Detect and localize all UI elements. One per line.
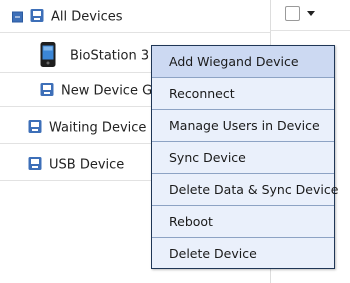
menu-item-reconnect[interactable]: Reconnect [152, 78, 334, 110]
device-list-header [270, 0, 350, 31]
tree-item-label: Waiting Device [49, 120, 147, 135]
menu-item-delete-data-sync-device[interactable]: Delete Data & Sync Device [152, 174, 338, 206]
menu-item-sync-device[interactable]: Sync Device [152, 142, 334, 174]
tree-item-label: New Device Gr [61, 83, 158, 98]
biostation-device-icon [40, 41, 56, 70]
tree-item-label: All Devices [51, 9, 123, 25]
device-group-icon [28, 156, 42, 173]
menu-item-reboot[interactable]: Reboot [152, 206, 334, 238]
menu-item-add-wiegand-device[interactable]: Add Wiegand Device [152, 46, 334, 78]
tree-item-label: BioStation 3 5 [70, 48, 162, 63]
collapse-icon[interactable] [12, 11, 23, 23]
tree-item-label: USB Device [49, 157, 125, 172]
device-group-icon [40, 82, 54, 99]
context-menu: Add Wiegand Device Reconnect Manage User… [151, 45, 338, 270]
tree-item-all-devices[interactable]: All Devices [0, 2, 270, 33]
menu-item-delete-device[interactable]: Delete Device [152, 238, 334, 270]
menu-item-manage-users-in-device[interactable]: Manage Users in Device [152, 110, 334, 142]
chevron-down-icon[interactable] [307, 11, 315, 16]
select-all-checkbox[interactable] [285, 6, 300, 21]
device-group-icon [30, 9, 44, 26]
device-group-icon [28, 119, 42, 136]
